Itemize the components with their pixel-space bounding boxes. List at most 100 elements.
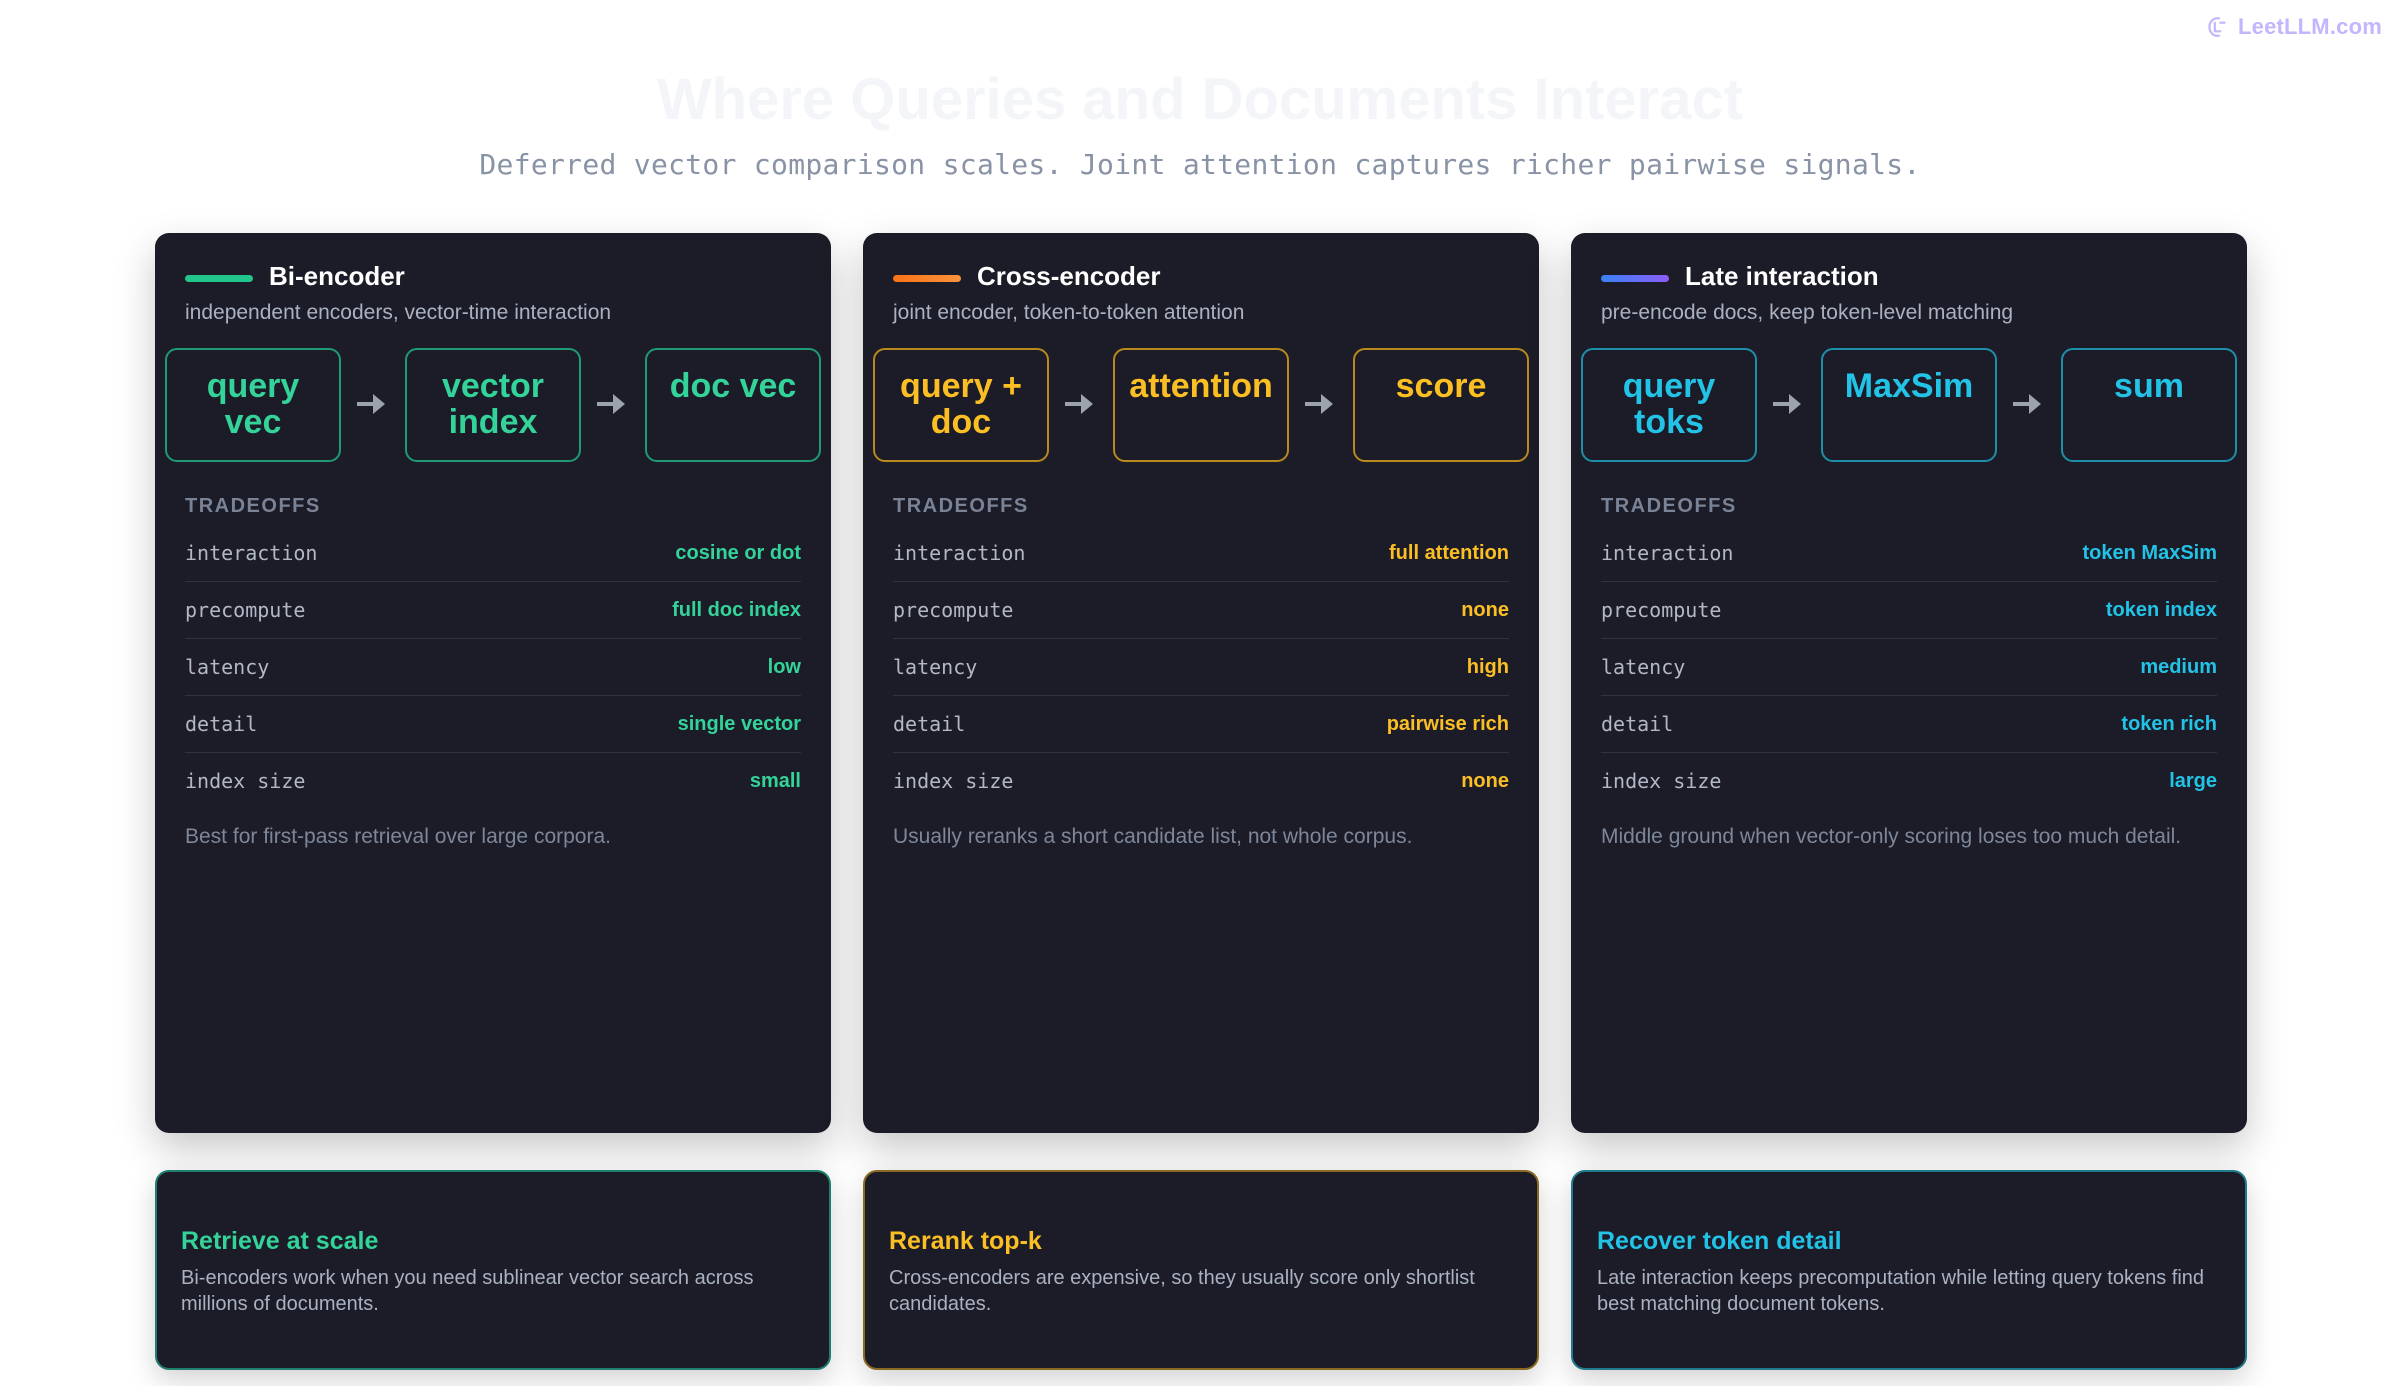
flow-node-query-toks: query toks [1581, 348, 1757, 462]
node-label: attention [1129, 367, 1273, 405]
card-subtitle: pre-encode docs, keep token-level matchi… [1601, 301, 2014, 324]
flow-diagram: query toks MaxSim sum [1581, 348, 2237, 464]
card-note: Usually reranks a short candidate list, … [893, 825, 1413, 848]
tradeoff-value: full attention [1389, 541, 1509, 564]
arrow-right-icon [2013, 394, 2041, 414]
node-label: doc [930, 403, 992, 441]
tradeoff-value: cosine or dot [675, 541, 801, 564]
tradeoff-value: high [1466, 655, 1509, 678]
arrow-right-icon [1065, 394, 1093, 414]
tradeoff-key: latency [185, 655, 270, 679]
bottom-card-text: Cross-encoders are expensive, so they us… [889, 1267, 1475, 1315]
bottom-card-title: Retrieve at scale [181, 1227, 379, 1255]
card-title: Cross-encoder [977, 261, 1161, 291]
bottom-card-title: Rerank top-k [889, 1227, 1042, 1255]
tradeoff-key: latency [1601, 655, 1686, 679]
tradeoff-key: index size [893, 769, 1014, 793]
tradeoff-value: none [1461, 598, 1509, 621]
card-bi-encoder: Bi-encoder independent encoders, vector-… [155, 233, 831, 1133]
page-subtitle: Deferred vector comparison scales. Joint… [479, 148, 1921, 181]
tradeoff-value: token index [2105, 598, 2217, 621]
card-note: Middle ground when vector-only scoring l… [1601, 825, 2182, 848]
flow-diagram: query + doc attention score [873, 348, 1529, 464]
tradeoff-row: latency medium [1601, 639, 2217, 696]
tradeoff-row: index size none [893, 753, 1509, 809]
tradeoffs-label: TRADEOFFS [1601, 495, 1737, 517]
node-label: toks [1634, 403, 1704, 441]
tradeoff-row: interaction cosine or dot [185, 525, 801, 582]
tradeoff-value: full doc index [672, 598, 801, 621]
node-label: vec [224, 403, 282, 441]
flow-node-query-doc: query + doc [873, 348, 1049, 462]
tradeoff-value: token MaxSim [2082, 541, 2217, 564]
tradeoffs-table: interaction full attention precompute none… [893, 525, 1509, 809]
flow-diagram: query vec vector index doc vec [165, 348, 821, 464]
tradeoffs-label: TRADEOFFS [185, 495, 321, 517]
node-label: query [1622, 367, 1716, 405]
node-label: query [206, 367, 300, 405]
card-note: Best for first-pass retrieval over large… [185, 825, 611, 848]
bottom-card-rerank: Rerank top-k Cross-encoders are expensiv… [863, 1170, 1539, 1370]
flow-node-query-vec: query vec [165, 348, 341, 462]
tradeoff-row: interaction token MaxSim [1601, 525, 2217, 582]
tradeoff-row: latency high [893, 639, 1509, 696]
accent-bar [893, 275, 961, 282]
tradeoff-value: low [767, 655, 801, 678]
node-label: query + [900, 367, 1022, 405]
flow-node-vector-index: vector index [405, 348, 581, 462]
flow-node-sum: sum [2061, 348, 2237, 462]
node-label: sum [2114, 367, 2184, 405]
tradeoff-value: small [749, 769, 801, 792]
bottom-card-text: Late interaction keeps precomputation wh… [1597, 1267, 2205, 1315]
bottom-card-retrieve: Retrieve at scale Bi-encoders work when … [155, 1170, 831, 1370]
tradeoff-row: precompute full doc index [185, 582, 801, 639]
tradeoff-key: detail [1601, 712, 1674, 736]
bottom-card-title: Recover token detail [1597, 1227, 1842, 1255]
tradeoff-row: detail token rich [1601, 696, 2217, 753]
tradeoff-key: interaction [893, 541, 1026, 565]
tradeoffs-table: interaction cosine or dot precompute full … [185, 525, 801, 809]
flow-node-attention: attention [1113, 348, 1289, 462]
tradeoff-key: interaction [185, 541, 318, 565]
bottom-card-recover: Recover token detail Late interaction ke… [1571, 1170, 2247, 1370]
arrow-right-icon [597, 394, 625, 414]
node-label: index [448, 403, 538, 441]
flow-node-maxsim: MaxSim [1821, 348, 1997, 462]
tradeoff-key: interaction [1601, 541, 1734, 565]
tradeoff-value: medium [2140, 655, 2217, 678]
brand-logo[interactable]: LeetLLM.com [2204, 14, 2382, 40]
accent-bar [1601, 275, 1669, 282]
tradeoff-row: latency low [185, 639, 801, 696]
card-title: Bi-encoder [269, 261, 405, 291]
tradeoff-row: index size small [185, 753, 801, 809]
tradeoff-value: pairwise rich [1386, 712, 1509, 735]
tradeoff-key: index size [185, 769, 306, 793]
tradeoff-key: precompute [1601, 598, 1722, 622]
tradeoff-value: single vector [677, 712, 801, 735]
bottom-card-text: Bi-encoders work when you need sublinear… [181, 1267, 754, 1315]
tradeoff-value: token rich [2121, 712, 2217, 735]
tradeoff-key: latency [893, 655, 978, 679]
tradeoff-key: index size [1601, 769, 1722, 793]
accent-bar [185, 275, 253, 282]
tradeoff-key: precompute [893, 598, 1014, 622]
node-label: score [1395, 367, 1487, 405]
card-late-interaction: Late interaction pre-encode docs, keep t… [1571, 233, 2247, 1133]
tradeoff-row: interaction full attention [893, 525, 1509, 582]
brand-name: LeetLLM.com [2238, 14, 2382, 39]
arrow-right-icon [357, 394, 385, 414]
tradeoff-key: detail [185, 712, 258, 736]
tradeoff-row: precompute none [893, 582, 1509, 639]
tradeoffs-table: interaction token MaxSim precompute token … [1601, 525, 2217, 809]
tradeoff-key: detail [893, 712, 966, 736]
tradeoff-row: index size large [1601, 753, 2217, 809]
card-title: Late interaction [1685, 261, 1879, 291]
tradeoff-value: large [2169, 769, 2217, 792]
card-subtitle: independent encoders, vector-time intera… [185, 301, 612, 324]
logo-icon [2208, 17, 2226, 37]
node-label: doc vec [669, 367, 797, 405]
card-cross-encoder: Cross-encoder joint encoder, token-to-to… [863, 233, 1539, 1133]
tradeoff-value: none [1461, 769, 1509, 792]
arrow-right-icon [1773, 394, 1801, 414]
node-label: MaxSim [1844, 367, 1974, 405]
